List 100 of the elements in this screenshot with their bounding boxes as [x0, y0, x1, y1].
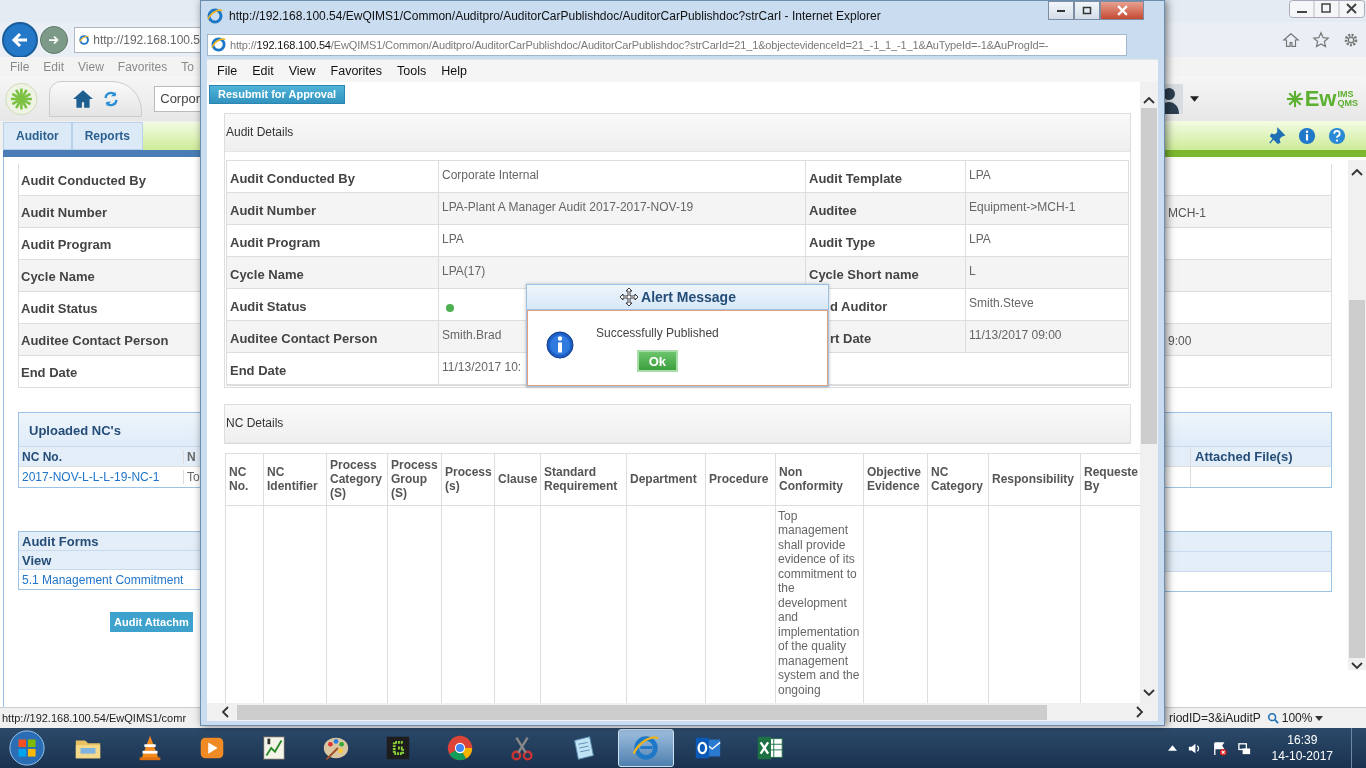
logo-text: Ew [1304, 85, 1337, 112]
detail-value: 11/13/2017 10: [442, 359, 522, 374]
menu-item[interactable]: Favorites [117, 59, 168, 74]
pin-icon[interactable] [1268, 126, 1286, 145]
address-field[interactable]: http://192.168.100.54/EwQIMS1/Common/Auditpro/AuditorCarPublishdoc/AuditorCarPublishdoc?strCarId=21_1&objectevidenceId=21_-1_1_-1_1&AuTypeId=-1&AuProgId=- [207, 33, 1127, 56]
detail-label: rt Date [830, 330, 872, 346]
logo-text: IMS [1337, 89, 1355, 99]
search-field[interactable]: Corpor [154, 85, 200, 112]
status-text: http://192.168.100.54/EwQIMS1/comr [1, 712, 188, 724]
column-header: Responsibility [989, 453, 1081, 505]
menu-item[interactable]: Tools [397, 64, 427, 78]
detail-label: Audit Status [227, 288, 439, 320]
chevron-down-icon[interactable] [1351, 662, 1363, 670]
info-icon[interactable] [1298, 126, 1316, 145]
detail-label: Cycle Name [19, 260, 200, 292]
address-field[interactable]: http://192.168.100.5 [74, 26, 200, 53]
close-icon [1116, 5, 1128, 16]
detail-label: Auditee [809, 202, 857, 218]
attachment-button[interactable]: Audit Attachm [110, 612, 193, 632]
avatar-icon[interactable] [1165, 83, 1183, 114]
detail-value: L [969, 263, 976, 278]
nc-link[interactable]: 2017-NOV-L-L-L-19-NC-1 [22, 470, 160, 484]
detail-label: Cycle Name [227, 256, 439, 288]
window-title: http://192.168.100.54/EwQIMS1/Common/Auditpro/AuditorCarPublishdoc/AuditorCarPublishdoc?strCarI - Internet Explorer [229, 8, 881, 23]
forward-button[interactable] [40, 25, 68, 54]
menu-item[interactable]: File [217, 64, 238, 78]
zoom-level[interactable]: 100% [1281, 711, 1313, 725]
resubmit-button[interactable]: Resubmit for Approval [209, 84, 346, 104]
browser-icon [211, 37, 226, 52]
status-text: riodID=3&iAuditP [1169, 711, 1261, 725]
column-header: Process Category (S) [327, 453, 388, 505]
nav-tab[interactable]: Auditor [3, 122, 72, 150]
detail-label: d Auditor [830, 298, 888, 314]
move-cursor-icon [619, 287, 640, 307]
column-header: Attached File(s) [1194, 449, 1293, 464]
scrollbar[interactable] [1140, 82, 1158, 703]
detail-label: Auditee Contact Person [19, 324, 200, 356]
detail-label: Audit Type [809, 234, 876, 250]
scroll-thumb[interactable] [1141, 108, 1157, 444]
table-cell: MCH-1 [1168, 206, 1206, 220]
column-header: Clause [495, 453, 541, 505]
scroll-thumb[interactable] [237, 704, 1047, 720]
column-header: N [186, 449, 196, 464]
detail-label: Audit Conducted By [227, 160, 439, 192]
starburst-icon [1285, 89, 1304, 108]
menu-item[interactable]: Edit [252, 64, 274, 78]
menu-item[interactable]: View [288, 64, 316, 78]
scrollbar[interactable] [1348, 160, 1366, 670]
detail-value: LPA [969, 231, 991, 246]
column-header: Process (s) [442, 453, 495, 505]
zoom-icon[interactable] [1266, 712, 1279, 724]
home-icon[interactable] [1282, 30, 1300, 49]
detail-value: LPA-Plant A Manager Audit 2017-2017-NOV-19 [442, 199, 694, 214]
chevron-up-icon[interactable] [1143, 96, 1155, 104]
form-link[interactable]: 5.1 Management Commitment [22, 573, 184, 587]
detail-label: Audit Program [227, 224, 439, 256]
minimize-button[interactable] [1048, 1, 1074, 20]
flag-icon[interactable] [1211, 740, 1227, 756]
menu-item[interactable]: To [181, 59, 194, 74]
e-ring-icon [631, 733, 661, 763]
chevron-up-icon[interactable] [1351, 168, 1363, 176]
maximize-button[interactable] [1074, 1, 1100, 20]
back-button[interactable] [2, 21, 38, 58]
menu-item[interactable]: File [10, 59, 30, 74]
column-header: NC No. [226, 453, 264, 505]
detail-value: Corporate Internal [442, 167, 539, 182]
panel-title: NC Details [226, 416, 284, 430]
column-header: NC Category [928, 453, 989, 505]
caret-icon[interactable] [1190, 95, 1199, 102]
table-cell: 9:00 [1168, 334, 1192, 348]
menu-item[interactable]: Favorites [330, 64, 382, 78]
nav-tab[interactable]: Reports [71, 122, 143, 150]
info-icon [546, 331, 574, 359]
panel-title: Audit Details [226, 125, 294, 139]
menu-item[interactable]: Edit [43, 59, 65, 74]
help-icon[interactable] [1328, 126, 1346, 145]
window-controls-icon[interactable] [1289, 0, 1366, 18]
menu-item[interactable]: Help [441, 64, 467, 78]
scroll-thumb[interactable] [1349, 300, 1365, 658]
column-header: Objective Evidence [864, 453, 928, 505]
browser-icon [207, 7, 223, 24]
panel-title: Audit Forms [19, 532, 200, 551]
close-button[interactable] [1100, 1, 1144, 20]
dialog-message: Successfully Published [596, 326, 719, 340]
caret-icon[interactable] [1315, 715, 1324, 721]
detail-label: Cycle Short name [809, 266, 919, 282]
scrollbar[interactable] [207, 703, 1158, 721]
detail-label: End Date [227, 352, 439, 384]
detail-value: Smith.Brad [442, 327, 502, 342]
network-icon[interactable] [1236, 740, 1252, 756]
dialog-title: Alert Message [641, 289, 736, 305]
chevron-right-icon[interactable] [1136, 706, 1144, 718]
chevron-down-icon[interactable] [1143, 689, 1155, 697]
detail-value: 11/13/2017 09:00 [969, 327, 1062, 342]
star-icon[interactable] [1312, 30, 1330, 49]
detail-value: Smith.Steve [969, 295, 1034, 310]
show-hidden-icon[interactable] [1167, 745, 1177, 751]
menu-item[interactable]: View [78, 59, 104, 74]
clock[interactable]: 16:39 14-10-2017 [1271, 732, 1333, 764]
chevron-left-icon[interactable] [221, 706, 229, 718]
